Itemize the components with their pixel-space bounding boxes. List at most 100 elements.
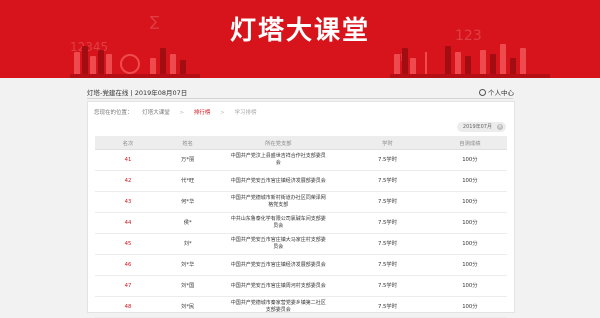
book-icon (106, 54, 112, 74)
table-row: 46 刘*华 中国共产党安丘市官庄镇经济发展部委员会 7.5学时 100分 (95, 254, 507, 276)
cell-branch: 中国共产党安丘市官庄镇周河村支部委员会 (214, 275, 343, 297)
cell-name: 刘* (160, 233, 215, 255)
breadcrumb-prefix: 您现在的位置： (94, 110, 133, 116)
cell-branch: 中国共产党安丘市官庄镇经济发展部委员会 (214, 170, 343, 192)
cell-name: 代*旺 (160, 170, 215, 192)
globe-icon (120, 54, 140, 74)
month-filter-chip[interactable]: 2019年07月 × (456, 122, 506, 132)
current-date: 2019年08月07日 (134, 89, 188, 97)
book-icon (410, 58, 416, 74)
cell-branch: 中国共产党安丘市官庄镇经济发展部委员会 (214, 254, 343, 276)
cell-branch: 中国共产党德城市秦家营党委乡镇第二社区支部委员会 (214, 296, 343, 318)
cell-hours: 7.5学时 (342, 170, 433, 192)
book-icon (170, 54, 176, 74)
book-icon (160, 48, 166, 74)
branch-text: 中国共产党安丘市官庄镇经济发展部委员会 (230, 177, 326, 184)
ruler-icon (425, 52, 441, 74)
user-center-label: 个人中心 (488, 89, 514, 97)
cell-hours: 7.5学时 (342, 254, 433, 276)
cell-hours: 7.5学时 (342, 275, 433, 297)
branch-text: 中国共产党安丘市官庄镇周河村支部委员会 (230, 282, 326, 289)
book-icon (480, 50, 486, 74)
cell-name: 何*华 (160, 191, 215, 213)
column-header-branch: 所在党支部 (214, 136, 343, 150)
cell-branch: 中国共产党汶上县盛世吉祥合作社支部委员会 (214, 149, 343, 171)
cell-score: 100分 (432, 233, 507, 255)
book-icon (510, 58, 516, 74)
branch-text: 中共山东鲁泰化学有限公司氯碱车间支部委员会 (230, 216, 326, 229)
cell-score: 100分 (432, 149, 507, 171)
cell-rank: 47 (95, 275, 161, 297)
site-title: 灯塔大课堂 (229, 16, 370, 46)
book-icon (490, 54, 496, 74)
cell-name: 侯* (160, 212, 215, 234)
cell-branch: 中国共产党安丘市官庄镇大马家庄村支部委员会 (214, 233, 343, 255)
book-icon (402, 48, 408, 74)
cell-rank: 42 (95, 170, 161, 192)
breadcrumb-separator: > (179, 110, 185, 116)
breadcrumb-item-home[interactable]: 灯塔大课堂 (142, 110, 170, 116)
user-icon (479, 89, 486, 96)
breadcrumb: 您现在的位置： 灯塔大课堂 > 排行榜 > 学习排榜 (94, 108, 265, 116)
branch-text: 中国共产党安丘市官庄镇大马家庄村支部委员会 (230, 237, 326, 250)
cell-score: 100分 (432, 191, 507, 213)
branch-text: 中国共产党安丘市官庄镇经济发展部委员会 (230, 261, 326, 268)
header-banner: 12345 123 ∑ π 灯塔大课堂 (0, 0, 600, 78)
book-icon (445, 46, 451, 74)
book-icon (500, 44, 506, 74)
cell-rank: 44 (95, 212, 161, 234)
cell-name: 刘*民 (160, 296, 215, 318)
branch-text: 中国共产党汶上县盛世吉祥合作社支部委员会 (230, 153, 326, 166)
book-icon (180, 60, 186, 74)
ranking-table: 名次 姓名 所在党支部 学时 自测成绩 41 万*丽 中国共产党汶上县盛世吉祥合… (95, 136, 507, 318)
book-icon (150, 58, 156, 74)
branch-text: 中国共产党德城市新村街道办社区同荣泽网格党支部 (230, 195, 326, 208)
table-row: 41 万*丽 中国共产党汶上县盛世吉祥合作社支部委员会 7.5学时 100分 (95, 149, 507, 171)
book-icon (82, 46, 88, 74)
book-icon (465, 56, 471, 74)
column-header-hours: 学时 (342, 136, 433, 150)
ranking-panel: 您现在的位置： 灯塔大课堂 > 排行榜 > 学习排榜 2019年07月 × 名次… (87, 101, 515, 318)
book-icon (90, 56, 96, 74)
table-row: 45 刘* 中国共产党安丘市官庄镇大马家庄村支部委员会 7.5学时 100分 (95, 233, 507, 255)
cell-rank: 48 (95, 296, 161, 318)
branch-text: 中国共产党德城市秦家营党委乡镇第二社区支部委员会 (230, 300, 326, 313)
user-center-link[interactable]: 个人中心 (479, 87, 514, 97)
site-name[interactable]: 灯塔-党建在线 (87, 89, 128, 97)
cell-score: 100分 (432, 170, 507, 192)
column-header-name: 姓名 (160, 136, 215, 150)
book-icon (520, 48, 526, 74)
column-header-score: 自测成绩 (432, 136, 507, 150)
cell-name: 刘*华 (160, 254, 215, 276)
cell-rank: 43 (95, 191, 161, 213)
cell-rank: 46 (95, 254, 161, 276)
book-icon (74, 52, 80, 74)
table-row: 47 刘*国 中国共产党安丘市官庄镇周河村支部委员会 7.5学时 100分 (95, 275, 507, 297)
table-row: 42 代*旺 中国共产党安丘市官庄镇经济发展部委员会 7.5学时 100分 (95, 170, 507, 192)
book-icon (455, 52, 461, 74)
bookshelf-right (390, 74, 550, 78)
cell-name: 万*丽 (160, 149, 215, 171)
cell-rank: 41 (95, 149, 161, 171)
column-header-rank: 名次 (95, 136, 161, 150)
site-info: 灯塔-党建在线 | 2019年08月07日 (87, 87, 187, 97)
cell-score: 100分 (432, 296, 507, 318)
cell-branch: 中国共产党德城市新村街道办社区同荣泽网格党支部 (214, 191, 343, 213)
cell-hours: 7.5学时 (342, 149, 433, 171)
table-row: 43 何*华 中国共产党德城市新村街道办社区同荣泽网格党支部 7.5学时 100… (95, 191, 507, 213)
cell-name: 刘*国 (160, 275, 215, 297)
breadcrumb-item-ranking[interactable]: 排行榜 (194, 110, 211, 116)
bookshelf-left (70, 74, 200, 78)
cell-score: 100分 (432, 212, 507, 234)
divider (87, 98, 513, 99)
table-row: 44 侯* 中共山东鲁泰化学有限公司氯碱车间支部委员会 7.5学时 100分 (95, 212, 507, 234)
cell-hours: 7.5学时 (342, 212, 433, 234)
cell-score: 100分 (432, 254, 507, 276)
breadcrumb-item-study-ranking[interactable]: 学习排榜 (235, 110, 257, 116)
cell-branch: 中共山东鲁泰化学有限公司氯碱车间支部委员会 (214, 212, 343, 234)
close-icon[interactable]: × (497, 124, 503, 130)
cell-rank: 45 (95, 233, 161, 255)
table-row: 48 刘*民 中国共产党德城市秦家营党委乡镇第二社区支部委员会 7.5学时 10… (95, 296, 507, 318)
table-header-row: 名次 姓名 所在党支部 学时 自测成绩 (95, 136, 507, 150)
month-filter-label: 2019年07月 (462, 124, 492, 130)
